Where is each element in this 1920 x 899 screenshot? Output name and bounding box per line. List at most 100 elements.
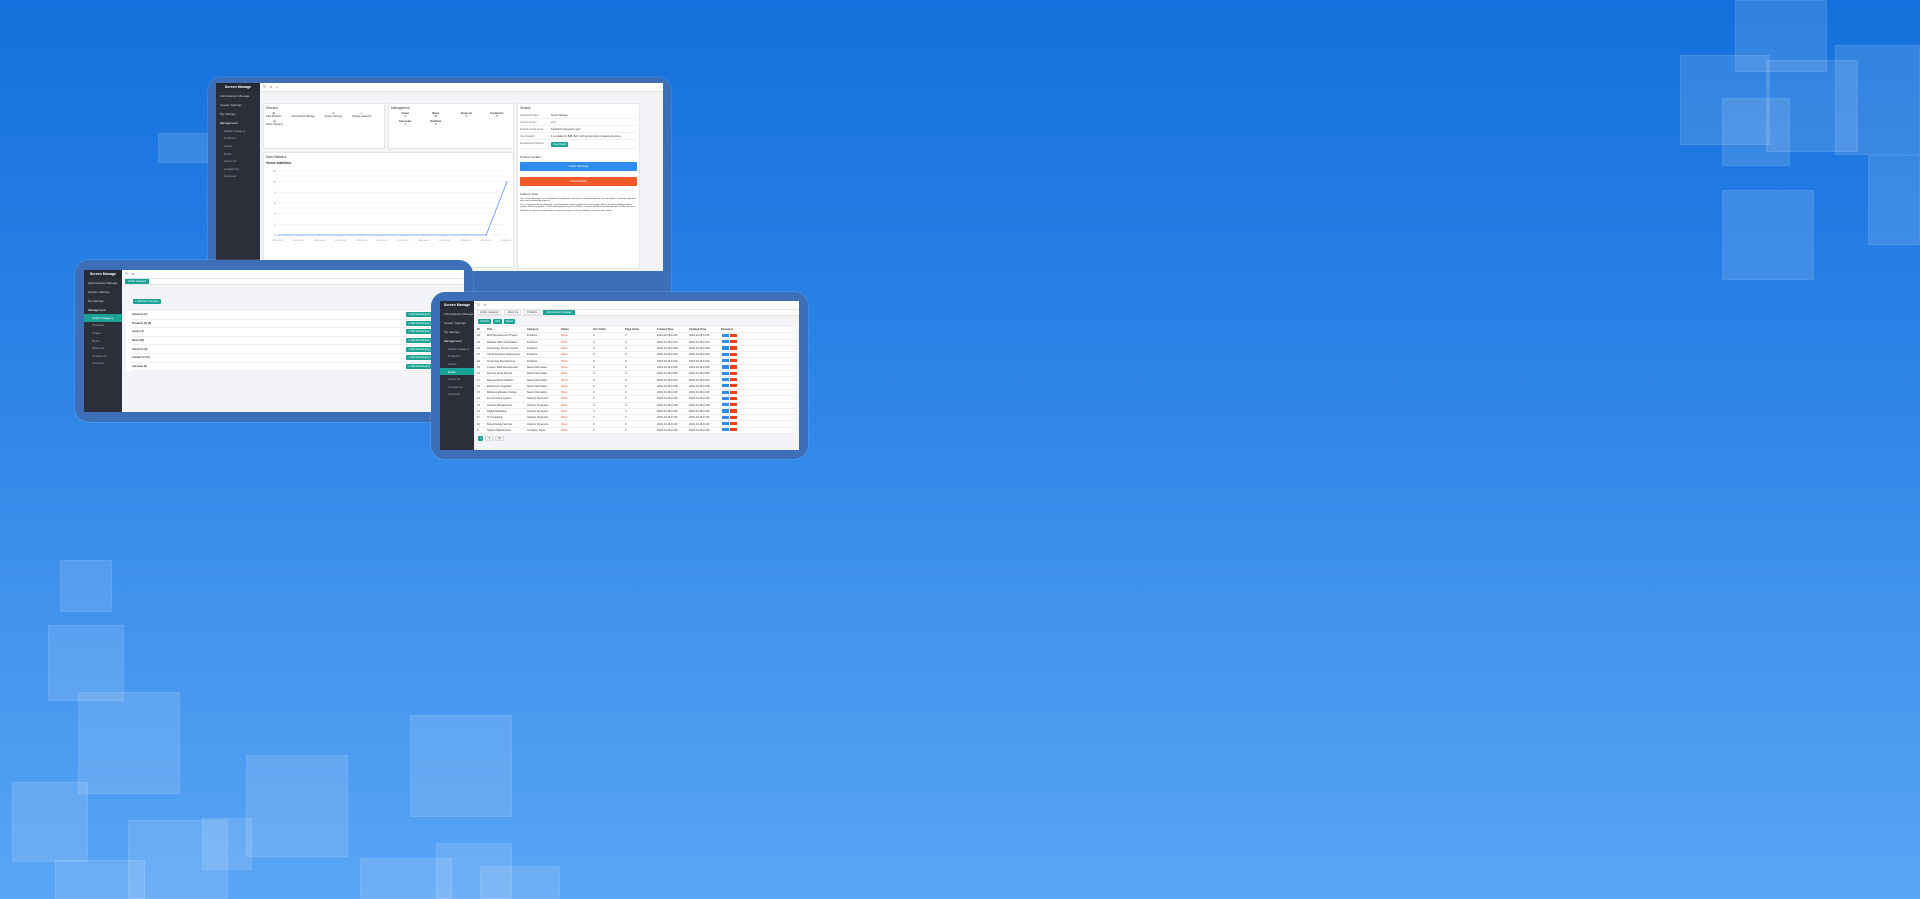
delete-button[interactable] — [730, 384, 737, 388]
delete-button[interactable] — [730, 340, 737, 344]
data-point[interactable] — [402, 234, 404, 236]
data-point[interactable] — [298, 234, 300, 236]
column-header[interactable]: Title — [487, 328, 527, 331]
menu-icon[interactable]: ☰ — [125, 272, 128, 276]
delete-button[interactable] — [730, 371, 737, 375]
home-icon[interactable]: ⌂ — [276, 85, 278, 89]
sidebar-sub-contact[interactable]: Contact Us — [216, 165, 260, 173]
delete-button[interactable] — [730, 403, 737, 407]
download-button[interactable]: Online Download — [520, 162, 637, 171]
sidebar-item-administrator[interactable]: Administrator Manage — [84, 278, 122, 287]
edit-button[interactable] — [722, 403, 729, 407]
shortcut-system-settings[interactable]: ⚙ System Settings — [325, 112, 342, 118]
add-subcategory-button[interactable]: + Add Subcategory — [406, 320, 433, 326]
tab-article-category[interactable]: Article Category — [125, 279, 150, 284]
sidebar-sub-products[interactable]: Products — [84, 322, 122, 330]
edit-button[interactable] — [722, 396, 729, 400]
edit-button[interactable] — [722, 422, 729, 426]
sidebar-sub-carousel[interactable]: Carousel — [216, 173, 260, 181]
mgmt-carousels[interactable]: Carousels 3 — [391, 120, 420, 126]
delete-button[interactable] — [730, 409, 737, 413]
edit-button[interactable] — [722, 346, 729, 350]
sidebar-sub-products[interactable]: Products — [216, 135, 260, 143]
edit-button[interactable] — [722, 384, 729, 388]
menu-icon[interactable]: ☰ — [263, 85, 266, 89]
edit-button[interactable] — [722, 409, 729, 413]
add-subcategory-button[interactable]: + Add Subcategory — [406, 312, 433, 318]
delete-button[interactable] — [730, 422, 737, 426]
edit-button[interactable] — [722, 365, 729, 369]
column-header[interactable]: Page Views — [625, 328, 657, 331]
sidebar-sub-article-category[interactable]: Article Category — [84, 314, 122, 322]
delete-button[interactable] — [730, 365, 737, 369]
page-next[interactable]: 2 — [485, 436, 493, 442]
delete-button[interactable] — [730, 346, 737, 350]
sidebar-sub-cases[interactable]: Cases — [216, 142, 260, 150]
shortcut-article-category[interactable]: ▤ Article Category — [266, 120, 283, 126]
edit-button[interactable] — [722, 390, 729, 394]
sidebar-item-management[interactable]: Management — [84, 305, 122, 314]
delete-button[interactable] — [730, 352, 737, 356]
data-point[interactable] — [319, 234, 321, 236]
refresh-icon[interactable]: ⟳ — [484, 303, 487, 307]
sidebar-sub-news[interactable]: News — [216, 150, 260, 158]
column-header[interactable]: Updated Time — [689, 328, 721, 331]
sidebar-item-my-settings[interactable]: My Settings — [216, 109, 260, 118]
edit-button[interactable] — [722, 333, 729, 338]
sidebar-sub-article-category[interactable]: Article Category — [440, 345, 474, 353]
sidebar-sub-about[interactable]: About Us — [440, 375, 474, 383]
data-point[interactable] — [423, 234, 425, 236]
delete-button[interactable]: Delete — [503, 319, 516, 324]
menu-icon[interactable]: ☰ — [477, 303, 480, 307]
sidebar-sub-carousel[interactable]: Carousel — [440, 391, 474, 399]
column-header[interactable]: Status — [561, 328, 593, 331]
sidebar-sub-contact[interactable]: Contact Us — [84, 352, 122, 360]
edit-button[interactable] — [722, 428, 729, 432]
mgmt-products[interactable]: Products 8 — [422, 120, 451, 126]
delete-button[interactable] — [730, 428, 737, 432]
sidebar-sub-carousel[interactable]: Carousel — [84, 360, 122, 368]
edit-button[interactable] — [722, 352, 729, 356]
add-subcategory-button[interactable]: + Add Subcategory — [406, 355, 433, 361]
edit-button[interactable] — [722, 377, 729, 382]
tab-products[interactable]: Products — [524, 310, 541, 315]
add-category-button[interactable]: + Add New Category — [133, 299, 161, 304]
edit-button[interactable] — [722, 415, 729, 419]
tab-about[interactable]: About Us — [504, 310, 522, 315]
sidebar-item-administrator[interactable]: Administrator Manage — [440, 309, 474, 318]
sidebar-item-my-settings[interactable]: My Settings — [440, 327, 474, 336]
shortcut-admin-manage[interactable]: ☺ Administrator Manage — [291, 112, 314, 118]
sidebar-item-management[interactable]: Management — [216, 118, 260, 127]
check-update-button[interactable]: Check Update — [520, 177, 637, 186]
delete-button[interactable] — [730, 333, 737, 338]
sidebar-sub-products[interactable]: Products — [440, 353, 474, 361]
sidebar-item-system-settings[interactable]: System Settings — [216, 100, 260, 109]
add-subcategory-button[interactable]: + Add Subcategory — [406, 338, 433, 344]
page-current[interactable]: 1 — [478, 436, 484, 442]
sidebar-item-my-settings[interactable]: My Settings — [84, 296, 122, 305]
delete-button[interactable] — [730, 359, 737, 363]
sidebar-item-system-settings[interactable]: System Settings — [84, 287, 122, 296]
add-subcategory-button[interactable]: + Add Subcategory — [406, 329, 433, 335]
column-header[interactable]: Sort Order — [593, 328, 625, 331]
data-point[interactable] — [381, 234, 383, 236]
data-point[interactable] — [339, 234, 342, 236]
edit-button[interactable] — [722, 340, 729, 344]
mgmt-cases[interactable]: Cases 0 — [391, 112, 420, 118]
delete-button[interactable] — [730, 377, 737, 382]
data-point[interactable] — [360, 234, 362, 236]
shortcut-change-password[interactable]: ⚿ Change password — [352, 112, 371, 118]
mgmt-news[interactable]: News 24 — [422, 112, 451, 118]
mgmt-about[interactable]: About Us 0 — [452, 112, 481, 118]
sidebar-item-management[interactable]: Management — [440, 336, 474, 345]
column-header[interactable]: Created Time — [657, 328, 689, 331]
sidebar-sub-cases[interactable]: Cases — [440, 360, 474, 368]
column-header[interactable]: ID — [477, 328, 487, 331]
data-point[interactable] — [277, 234, 279, 236]
data-point[interactable] — [485, 234, 487, 236]
column-header[interactable]: Operation — [721, 328, 741, 331]
add-button[interactable]: Add — [493, 319, 502, 324]
add-subcategory-button[interactable]: + Add Subcategory — [406, 346, 433, 352]
delete-button[interactable] — [730, 415, 737, 419]
sidebar-sub-article-category[interactable]: Article Category — [216, 127, 260, 135]
